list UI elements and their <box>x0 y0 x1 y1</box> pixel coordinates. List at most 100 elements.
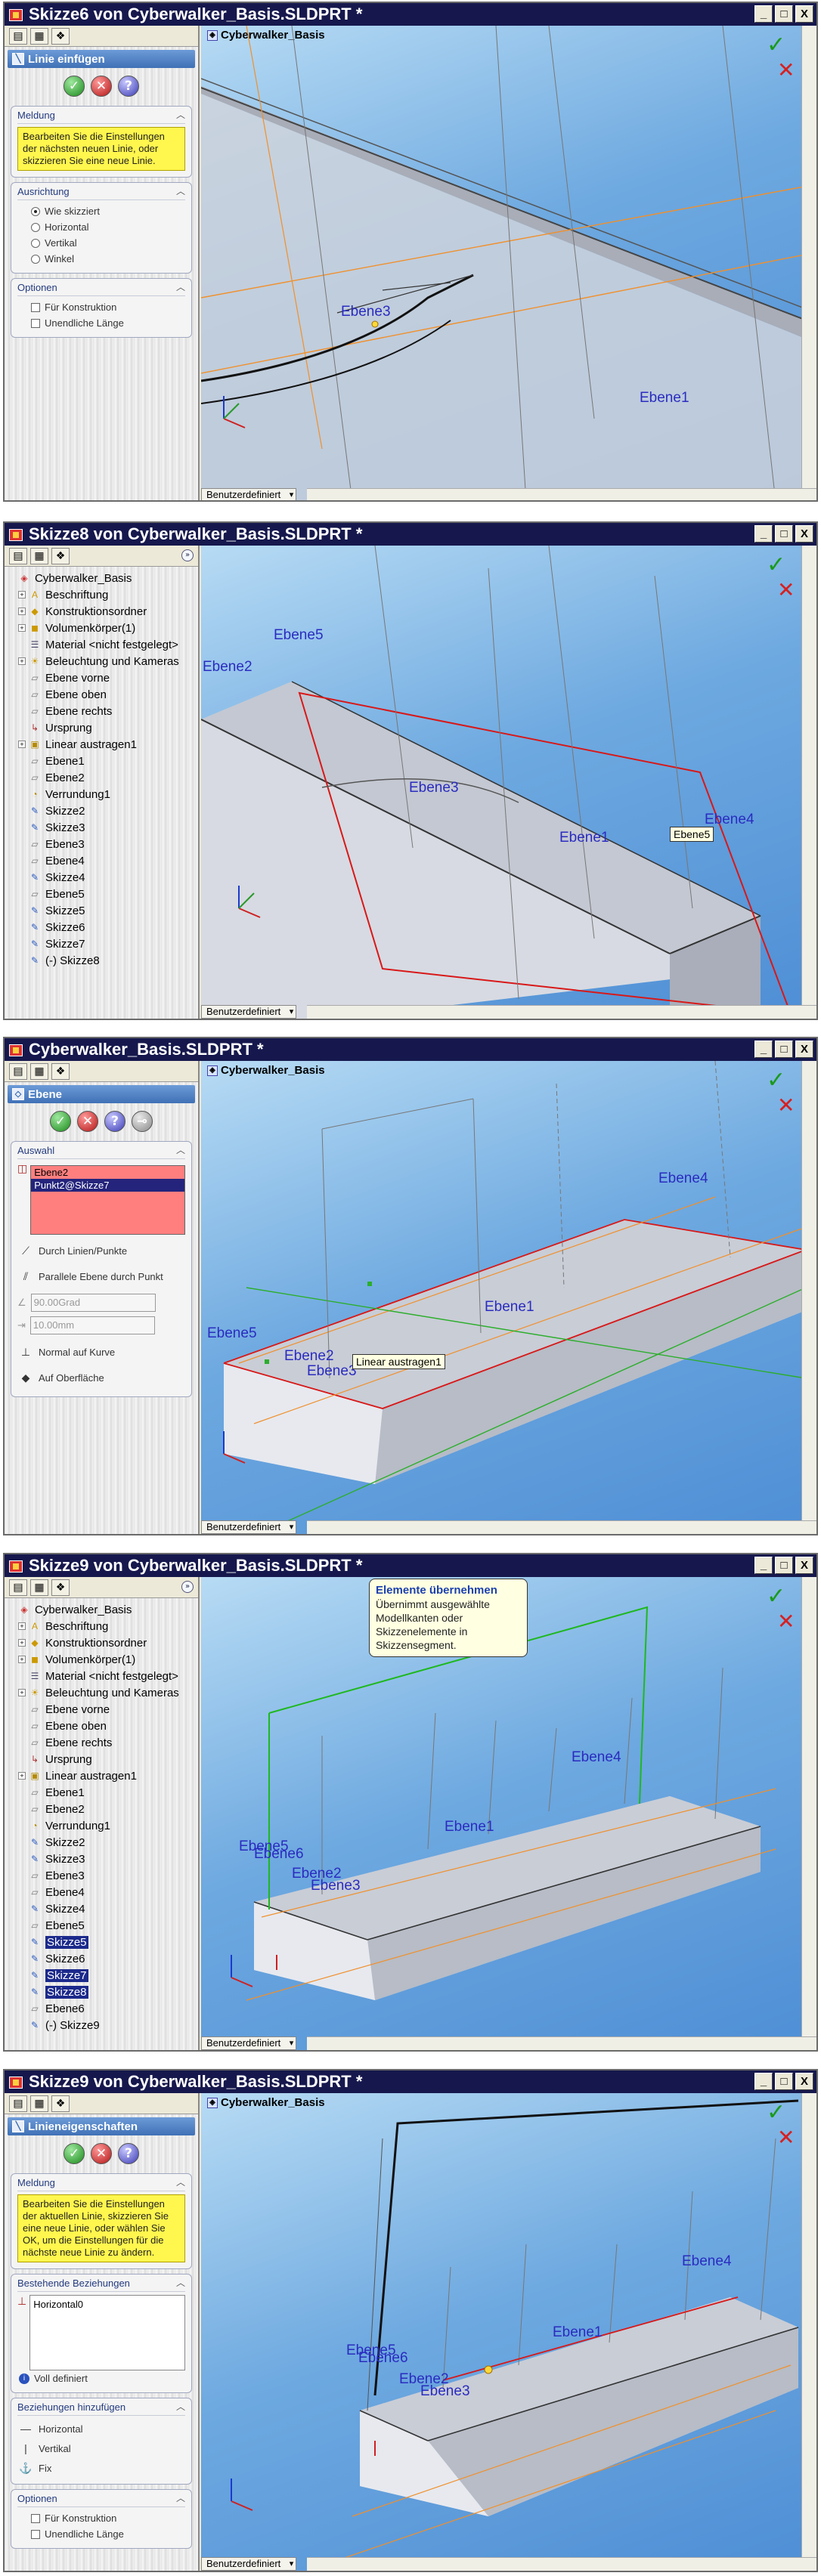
through-lines-button[interactable]: ⟋ Durch Linien/Punkte <box>17 1238 185 1263</box>
radio-horizontal[interactable]: Horizontal <box>17 219 185 235</box>
tree-item[interactable]: ◈ Cyberwalker_Basis <box>8 570 198 586</box>
vertical-scrollbar[interactable] <box>801 546 816 1005</box>
view-dropdown[interactable]: Benutzerdefiniert <box>201 488 297 500</box>
vertical-scrollbar[interactable] <box>801 1577 816 2036</box>
radio-angle[interactable]: Winkel <box>17 251 185 267</box>
tree-item[interactable]: ▱ Ebene5 <box>8 886 198 902</box>
expand-toggle-icon[interactable]: + <box>18 741 26 748</box>
tree-item[interactable]: + ◼ Volumenkörper(1) <box>8 1651 198 1668</box>
expand-toggle-icon[interactable]: + <box>18 1689 26 1696</box>
tree-item[interactable]: ✎ Skizze3 <box>8 1851 198 1867</box>
cancel-button[interactable]: ✕ <box>91 76 112 97</box>
tree-item[interactable]: ✎ Skizze6 <box>8 919 198 935</box>
confirm-cancel-icon[interactable]: ✕ <box>777 2125 800 2150</box>
group-header[interactable]: Beziehungen hinzufügen <box>17 2400 185 2416</box>
tree-item[interactable]: ✎ Skizze6 <box>8 1950 198 1967</box>
title-bar[interactable]: Skizze9 von Cyberwalker_Basis.SLDPRT * _… <box>5 2070 816 2093</box>
view-dropdown[interactable]: Benutzerdefiniert <box>201 1005 297 1019</box>
selection-item[interactable]: Ebene2 <box>31 1166 184 1179</box>
checkbox[interactable] <box>31 302 40 312</box>
tree-item[interactable]: ▱ Ebene2 <box>8 1801 198 1817</box>
relations-list[interactable]: Horizontal0 <box>29 2295 185 2370</box>
minimize-button[interactable]: _ <box>754 525 773 543</box>
add-horizontal-button[interactable]: — Horizontal <box>17 2419 185 2438</box>
expand-pane-icon[interactable]: » <box>181 549 194 561</box>
angle-input[interactable]: 90.00Grad <box>30 1294 156 1312</box>
tree-item[interactable]: + A Beschriftung <box>8 1618 198 1634</box>
horizontal-scrollbar[interactable] <box>307 488 816 500</box>
maximize-button[interactable]: □ <box>775 525 793 543</box>
expand-toggle-icon[interactable]: + <box>18 657 26 665</box>
tree-item[interactable]: ▱ Ebene oben <box>8 1718 198 1734</box>
expand-toggle-icon[interactable]: + <box>18 591 26 598</box>
group-header[interactable]: Meldung <box>17 2176 185 2191</box>
close-button[interactable]: X <box>795 525 813 543</box>
title-bar[interactable]: Skizze9 von Cyberwalker_Basis.SLDPRT * _… <box>5 1554 816 1577</box>
cancel-button[interactable]: ✕ <box>91 2143 112 2164</box>
tree-item[interactable]: ✎ Skizze7 <box>8 935 198 952</box>
confirm-ok-icon[interactable]: ✓ <box>767 2099 791 2126</box>
property-manager-tab-icon[interactable]: ▦ <box>30 27 48 45</box>
tree-item[interactable]: ✎ Skizze7 <box>8 1967 198 1984</box>
tree-item[interactable]: ◔ Verrundung1 <box>8 786 198 802</box>
tree-item[interactable]: ▱ Ebene oben <box>8 686 198 703</box>
checkbox[interactable] <box>31 2529 40 2539</box>
maximize-button[interactable]: □ <box>775 1041 793 1058</box>
confirm-ok-icon[interactable]: ✓ <box>767 32 791 58</box>
expand-toggle-icon[interactable]: + <box>18 1772 26 1780</box>
add-vertical-button[interactable]: | Vertikal <box>17 2438 185 2458</box>
tree-item[interactable]: + ▣ Linear austragen1 <box>8 736 198 753</box>
feature-tree-tab-icon[interactable]: ▤ <box>9 2095 27 2112</box>
group-header[interactable]: Ausrichtung <box>17 184 185 200</box>
close-button[interactable]: X <box>795 5 813 23</box>
ok-button[interactable]: ✓ <box>64 76 85 97</box>
selection-list[interactable]: Ebene2 Punkt2@Skizze7 <box>30 1165 185 1235</box>
radio-dot[interactable] <box>31 254 40 264</box>
tree-item[interactable]: ✎ (-) Skizze8 <box>8 952 198 969</box>
checkbox-construction[interactable]: Für Konstruktion <box>17 299 185 315</box>
help-button[interactable]: ? <box>118 2143 139 2164</box>
parallel-plane-button[interactable]: ⫽ Parallele Ebene durch Punkt <box>17 1263 185 1289</box>
ok-button[interactable]: ✓ <box>50 1111 71 1132</box>
tree-item[interactable]: ▱ Ebene vorne <box>8 1701 198 1718</box>
close-button[interactable]: X <box>795 1041 813 1058</box>
tree-item[interactable]: ✎ Skizze4 <box>8 869 198 886</box>
maximize-button[interactable]: □ <box>775 2073 793 2090</box>
horizontal-scrollbar[interactable] <box>307 2557 816 2571</box>
radio-dot[interactable] <box>31 238 40 248</box>
checkbox[interactable] <box>31 318 40 328</box>
tree-item[interactable]: ✎ Skizze2 <box>8 802 198 819</box>
tree-item[interactable]: + A Beschriftung <box>8 586 198 603</box>
tree-item[interactable]: ▱ Ebene2 <box>8 769 198 786</box>
horizontal-scrollbar[interactable] <box>307 1520 816 1534</box>
feature-tree-tab-icon[interactable]: ▤ <box>9 547 27 564</box>
confirm-cancel-icon[interactable]: ✕ <box>777 1093 800 1118</box>
configuration-tab-icon[interactable]: ❖ <box>51 2095 70 2112</box>
radio-dot[interactable] <box>31 206 40 216</box>
tree-item[interactable]: ▱ Ebene rechts <box>8 1734 198 1751</box>
vertical-scrollbar[interactable] <box>801 2093 816 2557</box>
group-header[interactable]: Auswahl <box>17 1143 185 1159</box>
confirm-ok-icon[interactable]: ✓ <box>767 552 791 578</box>
radio-as-sketched[interactable]: Wie skizziert <box>17 203 185 219</box>
tree-item[interactable]: ✎ (-) Skizze9 <box>8 2017 198 2033</box>
tree-item[interactable]: ▱ Ebene vorne <box>8 670 198 686</box>
expand-toggle-icon[interactable]: + <box>18 1656 26 1663</box>
feature-tree-tab-icon[interactable]: ▤ <box>9 1062 27 1080</box>
tree-item[interactable]: ◈ Cyberwalker_Basis <box>8 1601 198 1618</box>
view-dropdown[interactable]: Benutzerdefiniert <box>201 2036 297 2050</box>
tree-item[interactable]: ✎ Skizze4 <box>8 1900 198 1917</box>
cancel-button[interactable]: ✕ <box>77 1111 98 1132</box>
checkbox[interactable] <box>31 2513 40 2523</box>
maximize-button[interactable]: □ <box>775 5 793 23</box>
radio-vertical[interactable]: Vertikal <box>17 235 185 251</box>
graphics-viewport[interactable]: Elemente übernehmen Übernimmt ausgewählt… <box>201 1577 816 2050</box>
view-dropdown[interactable]: Benutzerdefiniert <box>201 1520 297 1534</box>
graphics-viewport[interactable]: ◈ Cyberwalker_Basis Ebene4 Ebene1 Ebene5… <box>201 2093 816 2571</box>
group-header[interactable]: Optionen <box>17 280 185 296</box>
tree-item[interactable]: ▱ Ebene4 <box>8 1884 198 1900</box>
confirm-cancel-icon[interactable]: ✕ <box>777 57 800 82</box>
tree-item[interactable]: ✎ Skizze5 <box>8 902 198 919</box>
close-button[interactable]: X <box>795 1557 813 1574</box>
horizontal-scrollbar[interactable] <box>307 2036 816 2050</box>
